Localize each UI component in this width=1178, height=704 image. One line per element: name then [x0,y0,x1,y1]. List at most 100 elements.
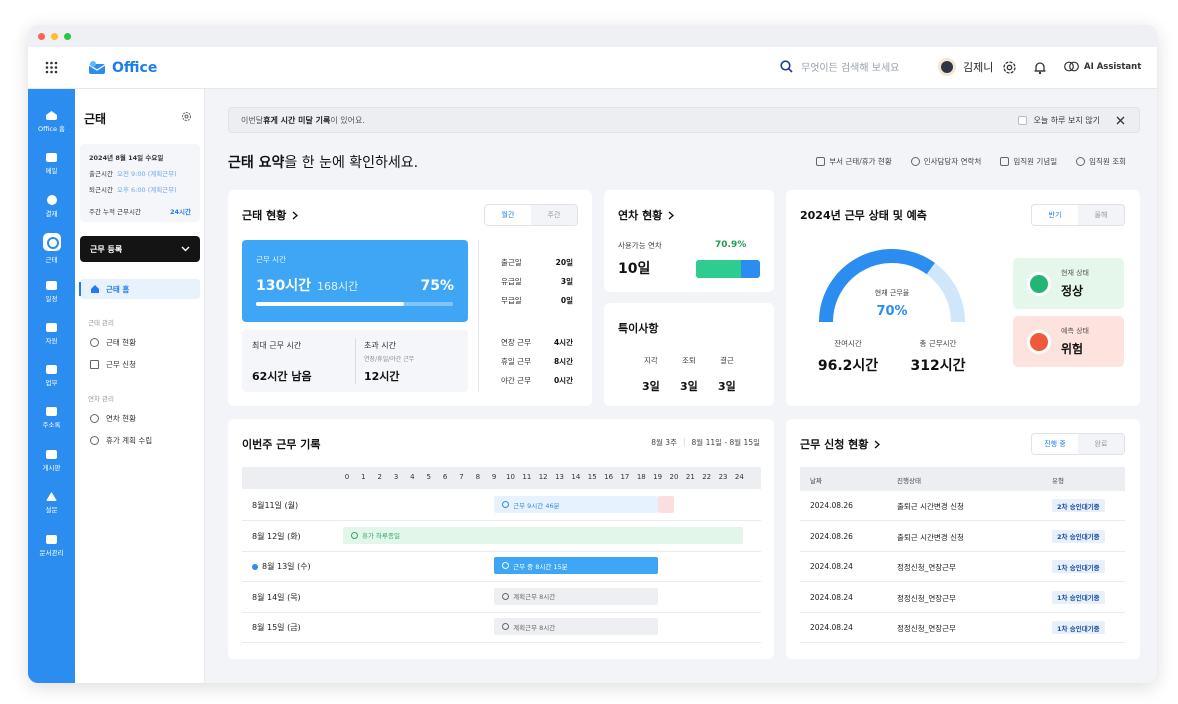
rail-item-task[interactable]: 업무 [28,365,75,387]
timeline-bar-label: 근무 중 8시간 15분 [513,562,568,571]
rail-item-home[interactable]: Office 홈 [28,111,75,133]
close-icon[interactable] [1116,116,1125,125]
people-icon [1076,157,1086,166]
forecast-title: 2024년 근무 상태 및 예측 [800,209,927,222]
office-logo[interactable]: Office [88,60,157,76]
timeline-bar[interactable]: 근무 중 8시간 15분 [494,557,658,574]
timeline-tick: 8 [475,473,481,481]
search-input[interactable]: 무엇이든 검색해 보세요 [801,59,899,74]
timeline-tick: 12 [538,473,548,481]
timeline-bar[interactable]: 근무 9시간 46분 [494,496,658,513]
user-name: 김제니 [963,61,994,74]
rail-item-contacts[interactable]: 주소록 [28,407,75,429]
column-header: 날짜 [810,477,822,485]
overtime-value: 12시간 [364,370,400,383]
tab-in-progress[interactable]: 진행 중 [1032,434,1078,454]
timeline-bar[interactable]: 휴가 하루종일 [343,526,744,544]
clock-icon [502,501,510,508]
user-profile[interactable]: 김제니 [938,58,993,76]
quick-link-employee-search[interactable]: 임직원 조회 [1076,156,1126,167]
special-late: 지각 3일 [642,355,660,394]
sidebar-item-vacation-plan[interactable]: 휴가 계획 수립 [90,435,152,446]
maximize-window-dot[interactable] [64,32,71,40]
tab-monthly[interactable]: 월간 [485,205,531,225]
sidebar-item-label: 연차 현황 [106,414,136,423]
timeline-tick: 18 [636,473,646,481]
close-window-dot[interactable] [38,32,45,40]
gear-icon[interactable] [1002,60,1017,75]
quick-link-department[interactable]: 부서 근태/휴가 현황 [816,156,892,167]
rail-item-board[interactable]: 게시판 [28,450,75,472]
home-icon [91,285,99,293]
rail-item-docs[interactable]: 문서관리 [28,535,75,557]
quick-link-label: 임직원 기념일 [1013,157,1058,166]
ai-assistant-button[interactable]: AI Assistant [1064,59,1141,74]
timeline-tick: 2 [377,473,382,481]
rail-label: 설문 [45,506,58,514]
table-row[interactable]: 2024.08.24 정정신청_연장근무 1차 승인대기중 [800,583,1125,613]
app-grid-icon[interactable] [28,61,75,74]
table-row[interactable]: 2024.08.26 출퇴근 시간변경 신청 2차 승인대기중 [800,522,1125,552]
rail-item-resource[interactable]: 자원 [28,323,75,345]
quick-link-hr-contact[interactable]: 인사담당자 연락처 [910,156,981,167]
timeline-bar[interactable]: 계획근무 8시간 [494,618,658,635]
rail-item-approval[interactable]: 결재 [28,195,75,218]
stat-night-work: 야간 근무 0시간 [501,375,573,386]
timeline-bar[interactable]: 계획근무 8시간 [494,587,658,605]
annual-available-value: 10일 [618,261,651,277]
minimize-window-dot[interactable] [51,32,58,40]
tab-completed[interactable]: 완료 [1078,434,1124,454]
tab-weekly[interactable]: 주간 [531,205,577,225]
special-label: 결근 [719,356,734,365]
remaining-value: 96.2시간 [817,358,879,374]
app-rail: Office 홈 메일 결재 근태 일정 자원 업무 주소록 게시판 설문 문서… [28,89,75,683]
annual-leave-title[interactable]: 연차 현황 [618,207,675,223]
section-attendance-management: 근태 관리 [88,319,114,327]
current-status-label: 현재 상태 [1061,269,1089,277]
special-label: 지각 [643,356,658,365]
week-range: 8월 3주 | 8월 11일 - 8월 15일 [651,437,760,448]
notice-bold: 휴게 시간 미달 기록 [263,115,331,125]
table-row[interactable]: 2024.08.26 출퇴근 시간변경 신청 2차 승인대기중 [800,491,1125,521]
rail-item-attendance[interactable]: 근태 [28,233,75,264]
table-row[interactable]: 2024.08.24 정정신청_연장근무 1차 승인대기중 [800,552,1125,582]
overtime-sub: 연장/휴일/야간 근무 [364,356,415,363]
tab-half-year[interactable]: 반기 [1032,205,1078,225]
sidebar-item-annual-status[interactable]: 연차 현황 [90,413,136,424]
attendance-status-title[interactable]: 근태 현황 [242,207,299,223]
table-row[interactable]: 2024.08.24 정정신청_연장근무 1차 승인대기중 [800,613,1125,643]
umbrella-icon [90,414,99,423]
stat-value: 8시간 [553,357,573,366]
dismiss-today-label[interactable]: 오늘 하루 보지 않기 [1033,115,1100,126]
sidebar-gear-icon[interactable] [181,111,192,122]
dismiss-today-checkbox[interactable] [1018,116,1028,125]
sidebar-item-work-request[interactable]: 근무 신청 [90,359,136,370]
request-date: 2024.08.24 [810,592,853,602]
timeline-day-label: 8월 12일 (화) [252,531,301,541]
rail-item-schedule[interactable]: 일정 [28,281,75,303]
rail-item-mail[interactable]: 메일 [28,153,75,175]
request-status-title[interactable]: 근무 신청 현황 [800,436,881,452]
clock-icon [502,592,510,600]
weekly-value: 24시간 [169,208,191,216]
request-table-header: 날짜 진행상태 유형 [800,467,1125,491]
ai-assistant-label: AI Assistant [1084,61,1142,72]
stat-value: 3일 [560,277,573,286]
quick-link-anniversary[interactable]: 임직원 기념일 [1000,156,1057,167]
sidebar-item-attendance-home[interactable]: 근태 홈 [79,279,200,299]
max-hours-label: 최대 근무 시간 [252,341,302,350]
work-hours-value: 130시간 [256,278,311,294]
current-status-card: 현재 상태 정상 [1013,258,1124,309]
search-bar[interactable]: 무엇이든 검색해 보세요 [780,59,899,74]
bell-icon[interactable] [1033,60,1047,75]
timeline-tick: 16 [604,473,614,481]
tab-this-year[interactable]: 올해 [1078,205,1124,225]
rail-item-survey[interactable]: 설문 [28,492,75,514]
sidebar: 근태 2024년 8월 14일 수요일 출근시간 오전 9:00 (계획근무) 퇴… [75,89,205,683]
notice-banner: 이번달 휴게 시간 미달 기록 이 있어요. 오늘 하루 보지 않기 [228,107,1140,133]
status-badge: 2차 승인대기중 [1052,529,1105,543]
special-value: 3일 [642,380,660,393]
clock-icon [502,562,510,569]
work-register-button[interactable]: 근무 등록 [80,236,200,262]
sidebar-item-attendance-status[interactable]: 근태 현황 [90,337,136,348]
